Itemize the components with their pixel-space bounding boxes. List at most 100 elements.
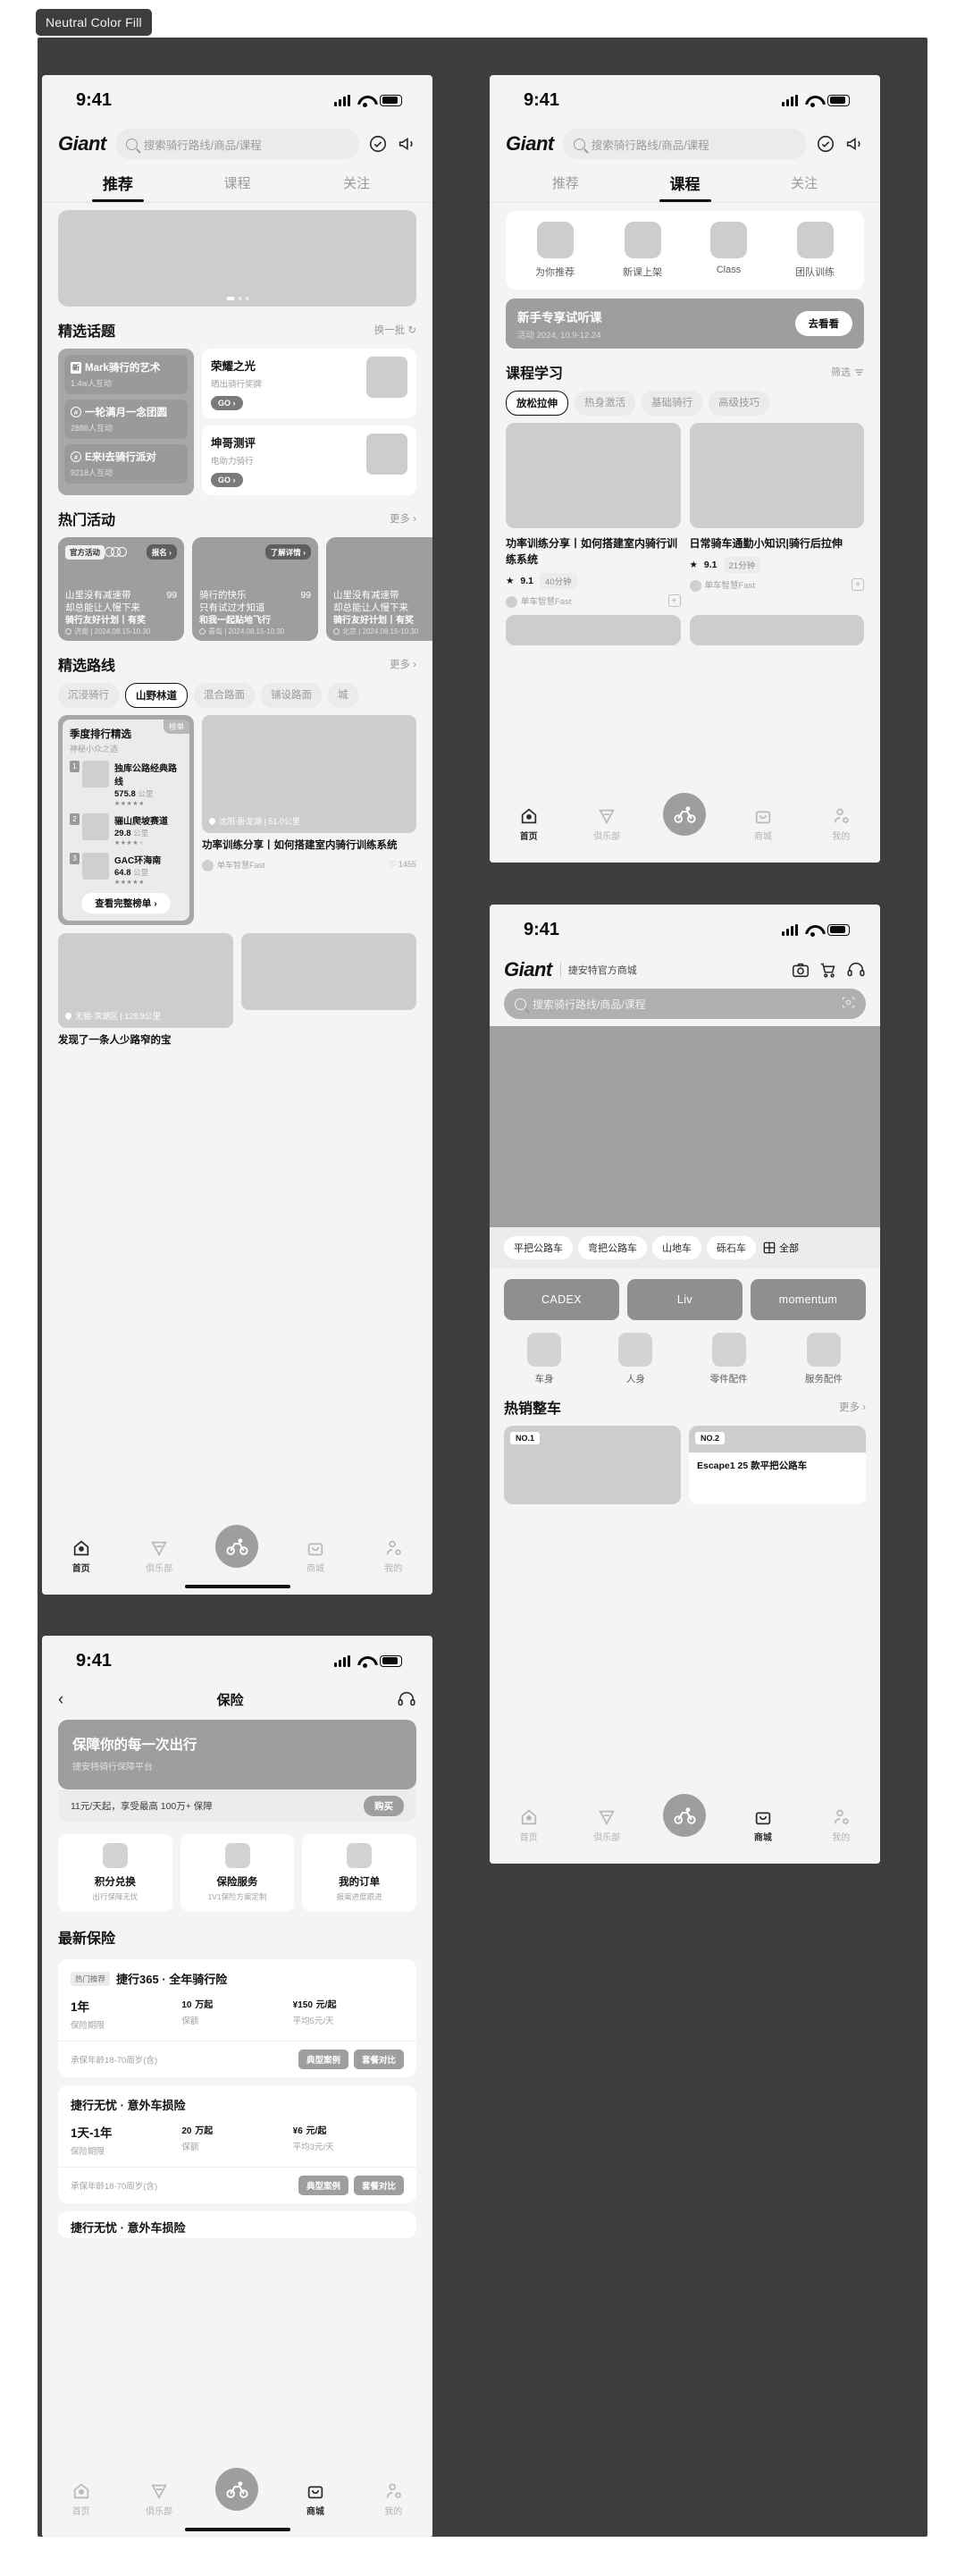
mall-chip[interactable]: 平把公路车: [504, 1236, 573, 1259]
activities-more-button[interactable]: 更多 ›: [390, 511, 416, 526]
filter-button[interactable]: 筛选: [831, 365, 864, 379]
topic-card[interactable]: 荣耀之光 晒出骑行奖牌 GO ›: [202, 349, 416, 418]
feed-title[interactable]: 发现了一条人少路窄的宝: [58, 1033, 233, 1048]
tab-profile[interactable]: 我的: [811, 805, 870, 842]
tab-ride[interactable]: [655, 1794, 714, 1837]
insurance-product-card[interactable]: 捷行无忧 · 意外车损险: [58, 2211, 416, 2238]
tab-shop[interactable]: 商城: [286, 2480, 345, 2517]
mall-search-input[interactable]: 搜索骑行路线/商品/课程: [504, 989, 866, 1019]
hot-more-button[interactable]: 更多 ›: [839, 1400, 866, 1414]
course-card[interactable]: 功率训练分享丨如何搭建室内骑行训练系统 ★ 9.1 40分钟 单车智慧Fast +: [506, 423, 681, 608]
refresh-topics-button[interactable]: 换一批 ↻: [374, 323, 416, 337]
search-input[interactable]: 搜索骑行路线/商品/课程: [114, 129, 359, 159]
scan-icon[interactable]: [842, 996, 855, 1012]
tab-shop[interactable]: 商城: [286, 1537, 345, 1574]
case-button[interactable]: 典型案例: [298, 2050, 348, 2069]
tab-club[interactable]: 俱乐部: [130, 2480, 189, 2517]
brand-card[interactable]: Liv: [627, 1279, 743, 1320]
like-count[interactable]: ♡ 1455: [389, 860, 416, 870]
tab-follow[interactable]: 关注: [744, 173, 864, 200]
category-item[interactable]: 服务配件: [805, 1333, 843, 1385]
route-feed-image[interactable]: 沈阳·卧龙湖 | 51.0公里: [202, 715, 416, 833]
course-card[interactable]: [506, 614, 681, 645]
mall-chip[interactable]: 弯把公路车: [578, 1236, 647, 1259]
promo-cta-button[interactable]: 去看看: [794, 311, 852, 336]
headset-icon[interactable]: [846, 960, 866, 980]
camera-icon[interactable]: [791, 960, 810, 980]
quick-entry[interactable]: 新课上架: [623, 222, 662, 279]
rank-card[interactable]: 榜单 季度排行精选 神秘小众之选 1 独库公路经典路线 575.8 公里 ★★★…: [58, 715, 194, 925]
tab-profile[interactable]: 我的: [364, 2480, 423, 2517]
megaphone-icon[interactable]: [397, 134, 416, 154]
add-icon[interactable]: +: [667, 594, 681, 608]
route-chip[interactable]: 沉浸骑行: [58, 683, 119, 708]
mall-all-button[interactable]: 全部: [763, 1241, 799, 1255]
case-button[interactable]: 典型案例: [298, 2176, 348, 2195]
add-icon[interactable]: +: [852, 578, 864, 592]
activity-card[interactable]: 山里没有减速带 却总能让人慢下来 骑行友好计划丨有奖 北京 | 2024.08.…: [326, 537, 432, 641]
go-button[interactable]: GO ›: [211, 396, 243, 410]
back-icon[interactable]: ‹: [58, 1691, 63, 1708]
megaphone-icon[interactable]: [844, 134, 864, 154]
route-chip[interactable]: 铺设路面: [261, 683, 322, 708]
rank-row[interactable]: 1 独库公路经典路线 575.8 公里 ★★★★★: [70, 761, 182, 807]
tab-club[interactable]: 俱乐部: [130, 1537, 189, 1574]
tab-profile[interactable]: 我的: [811, 1806, 870, 1843]
view-full-rank-button[interactable]: 查看完整榜单 ›: [81, 893, 171, 913]
tab-course[interactable]: 课程: [625, 172, 745, 202]
rank-row[interactable]: 3 GAC环海南 64.8 公里 ★★★★★: [70, 853, 182, 886]
bike-icon[interactable]: [215, 2468, 259, 2511]
quick-entry[interactable]: Class: [710, 222, 747, 279]
headset-icon[interactable]: [397, 1689, 416, 1709]
course-chip[interactable]: 基础骑行: [642, 391, 702, 416]
tab-shop[interactable]: 商城: [734, 805, 793, 842]
feed-image[interactable]: [241, 933, 416, 1010]
bike-icon[interactable]: [663, 793, 707, 836]
topic-item[interactable]: # 一轮满月一念团圆 2888人互动: [64, 400, 188, 439]
signup-button[interactable]: 报名 ›: [146, 544, 177, 560]
mall-hero-banner[interactable]: [490, 1026, 880, 1227]
topic-item[interactable]: 新 Mark骑行的艺术 1.4w人互动: [64, 355, 188, 394]
tab-recommend[interactable]: 推荐: [58, 172, 178, 202]
brand-card[interactable]: CADEX: [504, 1279, 619, 1320]
compare-button[interactable]: 套餐对比: [353, 2050, 404, 2069]
promo-banner[interactable]: 新手专享试听课 活动 2024, 10.9-12.24 去看看: [506, 299, 864, 349]
topic-item[interactable]: # E来I去骑行派对 9218人互动: [64, 444, 188, 484]
tab-club[interactable]: 俱乐部: [577, 1806, 636, 1843]
route-chip-active[interactable]: 山野林道: [125, 683, 188, 708]
detail-button[interactable]: 了解详情 ›: [264, 544, 311, 560]
bike-icon[interactable]: [215, 1525, 259, 1568]
entry-card[interactable]: 积分兑换 出行保障无忧: [58, 1834, 172, 1912]
tab-ride[interactable]: [207, 2468, 266, 2511]
route-chip[interactable]: 城: [328, 683, 358, 708]
tab-home[interactable]: 首页: [499, 805, 558, 842]
course-chip[interactable]: 高级技巧: [709, 391, 769, 416]
course-chip-active[interactable]: 放松拉伸: [506, 391, 568, 416]
tab-recommend[interactable]: 推荐: [506, 173, 625, 200]
topic-card[interactable]: 坤哥测评 电助力骑行 GO ›: [202, 425, 416, 495]
mall-chip[interactable]: 砾石车: [707, 1236, 756, 1259]
product-card[interactable]: NO.2 Escape1 25 款平把公路车: [689, 1426, 866, 1504]
search-input[interactable]: 搜索骑行路线/商品/课程: [562, 129, 807, 159]
check-circle-icon[interactable]: [368, 134, 388, 154]
tab-follow[interactable]: 关注: [297, 173, 416, 200]
course-chip[interactable]: 热身激活: [575, 391, 635, 416]
tab-club[interactable]: 俱乐部: [577, 805, 636, 842]
tab-ride[interactable]: [655, 793, 714, 836]
tab-course[interactable]: 课程: [178, 173, 298, 200]
hero-banner[interactable]: [58, 210, 416, 307]
tab-profile[interactable]: 我的: [364, 1537, 423, 1574]
activity-card[interactable]: 官方活动 报名 › 山里没有减速带 99 却总能让人慢下来 骑行友好计划丨有奖 济…: [58, 537, 184, 641]
entry-card[interactable]: 我的订单 报案进度跟进: [302, 1834, 417, 1912]
cart-icon[interactable]: [818, 960, 838, 980]
quick-entry[interactable]: 团队训练: [795, 222, 835, 279]
category-item[interactable]: 车身: [527, 1333, 562, 1385]
activities-carousel[interactable]: 官方活动 报名 › 山里没有减速带 99 却总能让人慢下来 骑行友好计划丨有奖 济…: [42, 537, 432, 641]
category-item[interactable]: 人身: [618, 1333, 653, 1385]
mall-chip[interactable]: 山地车: [652, 1236, 701, 1259]
entry-card[interactable]: 保险服务 1V1保险方案定制: [180, 1834, 295, 1912]
insurance-product-card[interactable]: 热门推荐 捷行365 · 全年骑行险 1年 保险期限 10 万起 保额 ¥150 元…: [58, 1959, 416, 2077]
feed-image[interactable]: 无锡·滨湖区 | 128.9公里: [58, 933, 233, 1028]
tab-home[interactable]: 首页: [499, 1806, 558, 1843]
product-card[interactable]: NO.1: [504, 1426, 681, 1504]
